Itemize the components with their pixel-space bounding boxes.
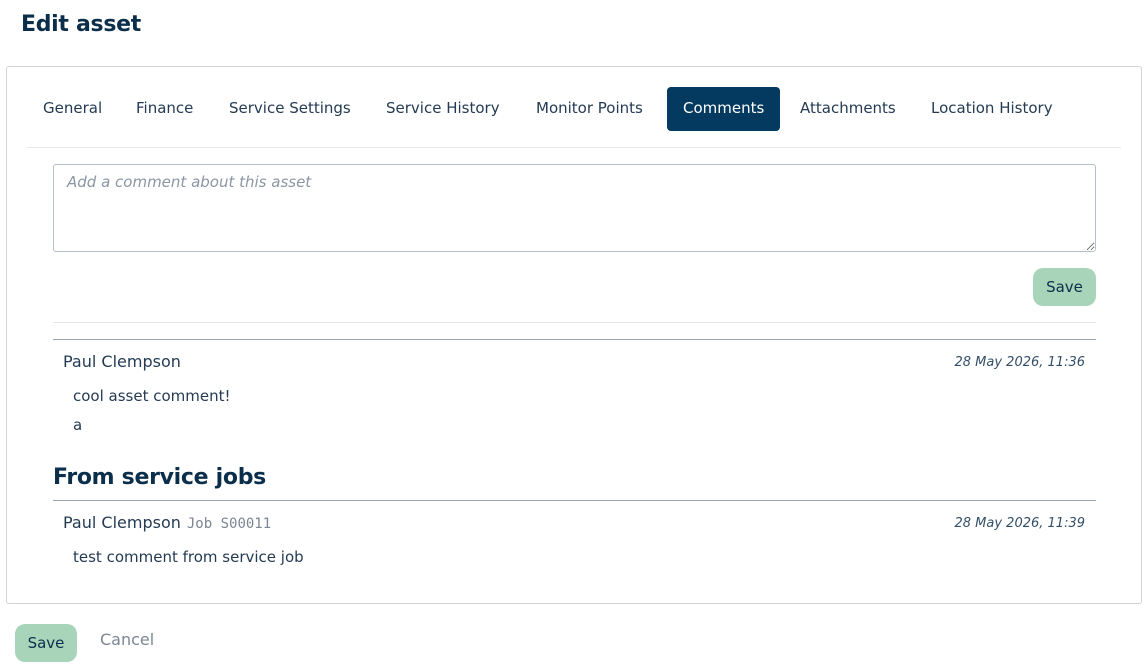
comment-text: test comment from service job [73, 548, 304, 566]
comment-author-name: Paul Clempson [63, 513, 181, 532]
page-title: Edit asset [21, 12, 141, 37]
tab-location-history[interactable]: Location History [915, 87, 1069, 131]
comment-text: cool asset comment! [73, 387, 231, 405]
tab-attachments[interactable]: Attachments [784, 87, 912, 131]
save-comment-button[interactable]: Save [1033, 268, 1096, 306]
comment-timestamp: 28 May 2026, 11:39 [954, 516, 1086, 531]
tab-general[interactable]: General [27, 87, 118, 131]
comment-author: Paul Clempson Job S00011 [63, 513, 271, 532]
job-reference: Job S00011 [186, 516, 272, 532]
cancel-button[interactable]: Cancel [100, 630, 154, 649]
service-jobs-heading: From service jobs [53, 465, 266, 490]
tab-service-history[interactable]: Service History [370, 87, 516, 131]
divider [53, 322, 1096, 323]
tab-comments[interactable]: Comments [667, 87, 781, 131]
tab-finance[interactable]: Finance [120, 87, 209, 131]
divider [53, 339, 1096, 340]
divider [53, 500, 1096, 501]
save-button[interactable]: Save [15, 624, 77, 662]
comment-input[interactable] [53, 164, 1096, 252]
tab-bar: General Finance Service Settings Service… [27, 87, 1121, 148]
comment-author: Paul Clempson [63, 352, 181, 371]
tab-service-settings[interactable]: Service Settings [213, 87, 367, 131]
edit-asset-panel: General Finance Service Settings Service… [6, 66, 1142, 604]
comment-timestamp: 28 May 2026, 11:36 [954, 355, 1086, 370]
tab-monitor-points[interactable]: Monitor Points [520, 87, 659, 131]
comment-text: a [73, 416, 83, 434]
